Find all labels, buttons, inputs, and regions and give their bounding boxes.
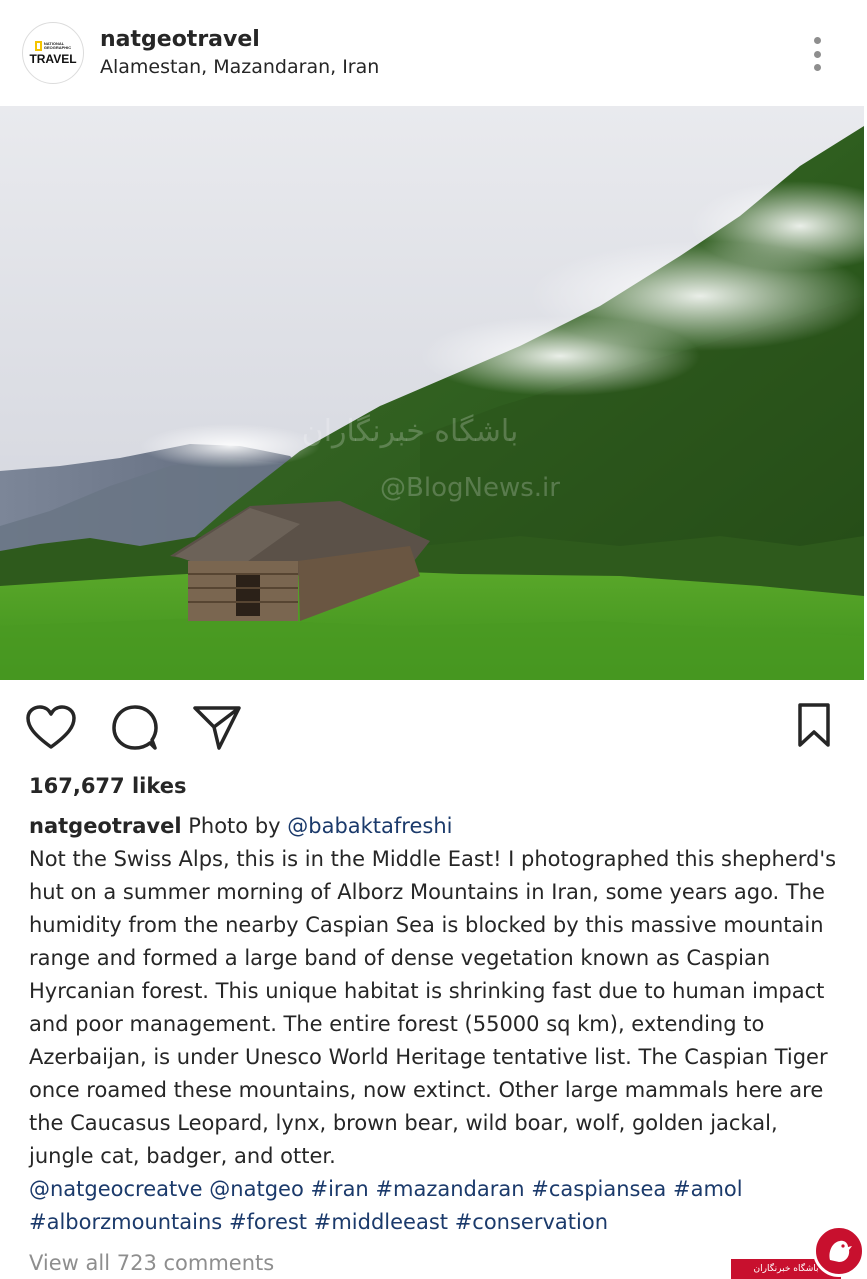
view-all-comments-link[interactable]: View all 723 comments (29, 1251, 274, 1275)
more-options-button[interactable] (804, 34, 830, 74)
share-button[interactable] (190, 702, 244, 752)
avatar-line2: GEOGRAPHIC (43, 44, 72, 50)
post-username[interactable]: natgeotravel (100, 27, 260, 52)
news-agency-badge: باشگاه خبرنگاران (731, 1222, 867, 1279)
hashtag[interactable]: #amol (673, 1177, 743, 1201)
send-icon (193, 706, 241, 750)
dot-icon (813, 64, 821, 71)
mountain-hut-photo: باشگاه خبرنگاران @BlogNews.ir (0, 106, 864, 680)
avatar-line3: TRAVEL (29, 51, 77, 66)
hashtag[interactable]: #alborzmountains (29, 1210, 222, 1234)
save-button[interactable] (792, 700, 836, 750)
badge-logo (813, 1225, 865, 1277)
comment-button[interactable] (108, 702, 162, 752)
hashtag[interactable]: #forest (229, 1210, 307, 1234)
caption-intro: Photo by (181, 814, 288, 838)
photo-watermark-2: @BlogNews.ir (380, 473, 560, 503)
hashtag[interactable]: #conservation (455, 1210, 608, 1234)
hashtag[interactable]: @natgeocreatve (29, 1177, 203, 1201)
photographer-mention[interactable]: @babaktafreshi (287, 814, 452, 838)
hashtag[interactable]: @natgeo (209, 1177, 304, 1201)
yellow-frame-icon (34, 40, 42, 51)
post-header: NATIONAL GEOGRAPHIC TRAVEL natgeotravel … (0, 0, 867, 106)
caption-username[interactable]: natgeotravel (29, 814, 182, 838)
natgeo-logo: NATIONAL GEOGRAPHIC (34, 40, 72, 51)
hashtag[interactable]: #caspiansea (531, 1177, 666, 1201)
rooster-logo-icon (829, 1240, 852, 1262)
profile-avatar[interactable]: NATIONAL GEOGRAPHIC TRAVEL (22, 22, 84, 84)
bookmark-icon (798, 703, 830, 747)
hashtag[interactable]: #middleeast (314, 1210, 448, 1234)
post-location[interactable]: Alamestan, Mazandaran, Iran (100, 56, 379, 78)
action-bar (0, 680, 867, 772)
post-photo[interactable]: باشگاه خبرنگاران @BlogNews.ir (0, 106, 864, 680)
photo-watermark: باشگاه خبرنگاران (302, 414, 519, 449)
caption-body: Not the Swiss Alps, this is in the Middl… (29, 847, 837, 1168)
dot-icon (813, 37, 821, 44)
hashtag[interactable]: #iran (311, 1177, 369, 1201)
dot-icon (813, 50, 821, 58)
post-caption: natgeotravel Photo by @babaktafreshi Not… (29, 810, 844, 1239)
comment-icon (112, 705, 158, 750)
hashtag[interactable]: #mazandaran (375, 1177, 524, 1201)
likes-count[interactable]: 167,677 likes (29, 774, 187, 798)
heart-icon (26, 705, 76, 749)
like-button[interactable] (24, 702, 78, 752)
